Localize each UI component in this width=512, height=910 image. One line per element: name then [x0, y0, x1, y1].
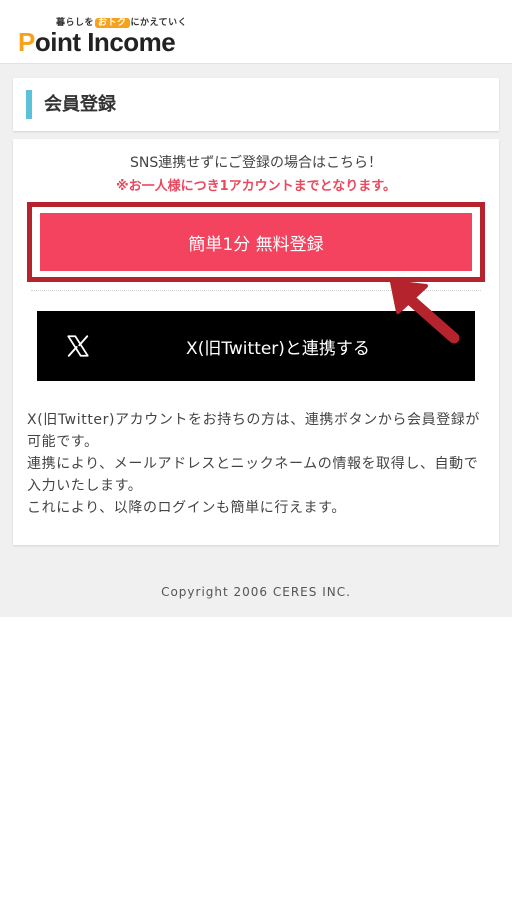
highlight-frame: 簡単1分 無料登録 [27, 202, 485, 282]
description-line: これにより、以降のログインも簡単に行えます。 [27, 500, 346, 516]
description-line: 連携により、メールアドレスとニックネームの情報を取得し、自動で入力いたします。 [27, 456, 479, 494]
pointer-arrow-icon [390, 280, 460, 344]
site-header: 暮らしを おトク にかえていく Point Income [0, 0, 512, 64]
copyright: Copyright 2006 CERES INC. [161, 585, 351, 599]
description-line: X(旧Twitter)アカウントをお持ちの方は、連携ボタンから会員登録が可能です… [27, 412, 481, 450]
logo-wordmark: Point Income [18, 27, 176, 57]
account-limit-note: ※お一人様につき1アカウントまでとなります。 [116, 179, 396, 194]
title-accent-bar [26, 90, 32, 119]
page-title: 会員登録 [44, 94, 116, 115]
sns-note: SNS連携せずにご登録の場合はこちら！ [130, 155, 382, 171]
page-title-card: 会員登録 [13, 78, 499, 131]
description: X(旧Twitter)アカウントをお持ちの方は、連携ボタンから会員登録が可能です… [27, 409, 489, 519]
free-register-button[interactable]: 簡単1分 無料登録 [40, 213, 472, 271]
point-income-logo[interactable]: 暮らしを おトク にかえていく Point Income [18, 10, 188, 57]
